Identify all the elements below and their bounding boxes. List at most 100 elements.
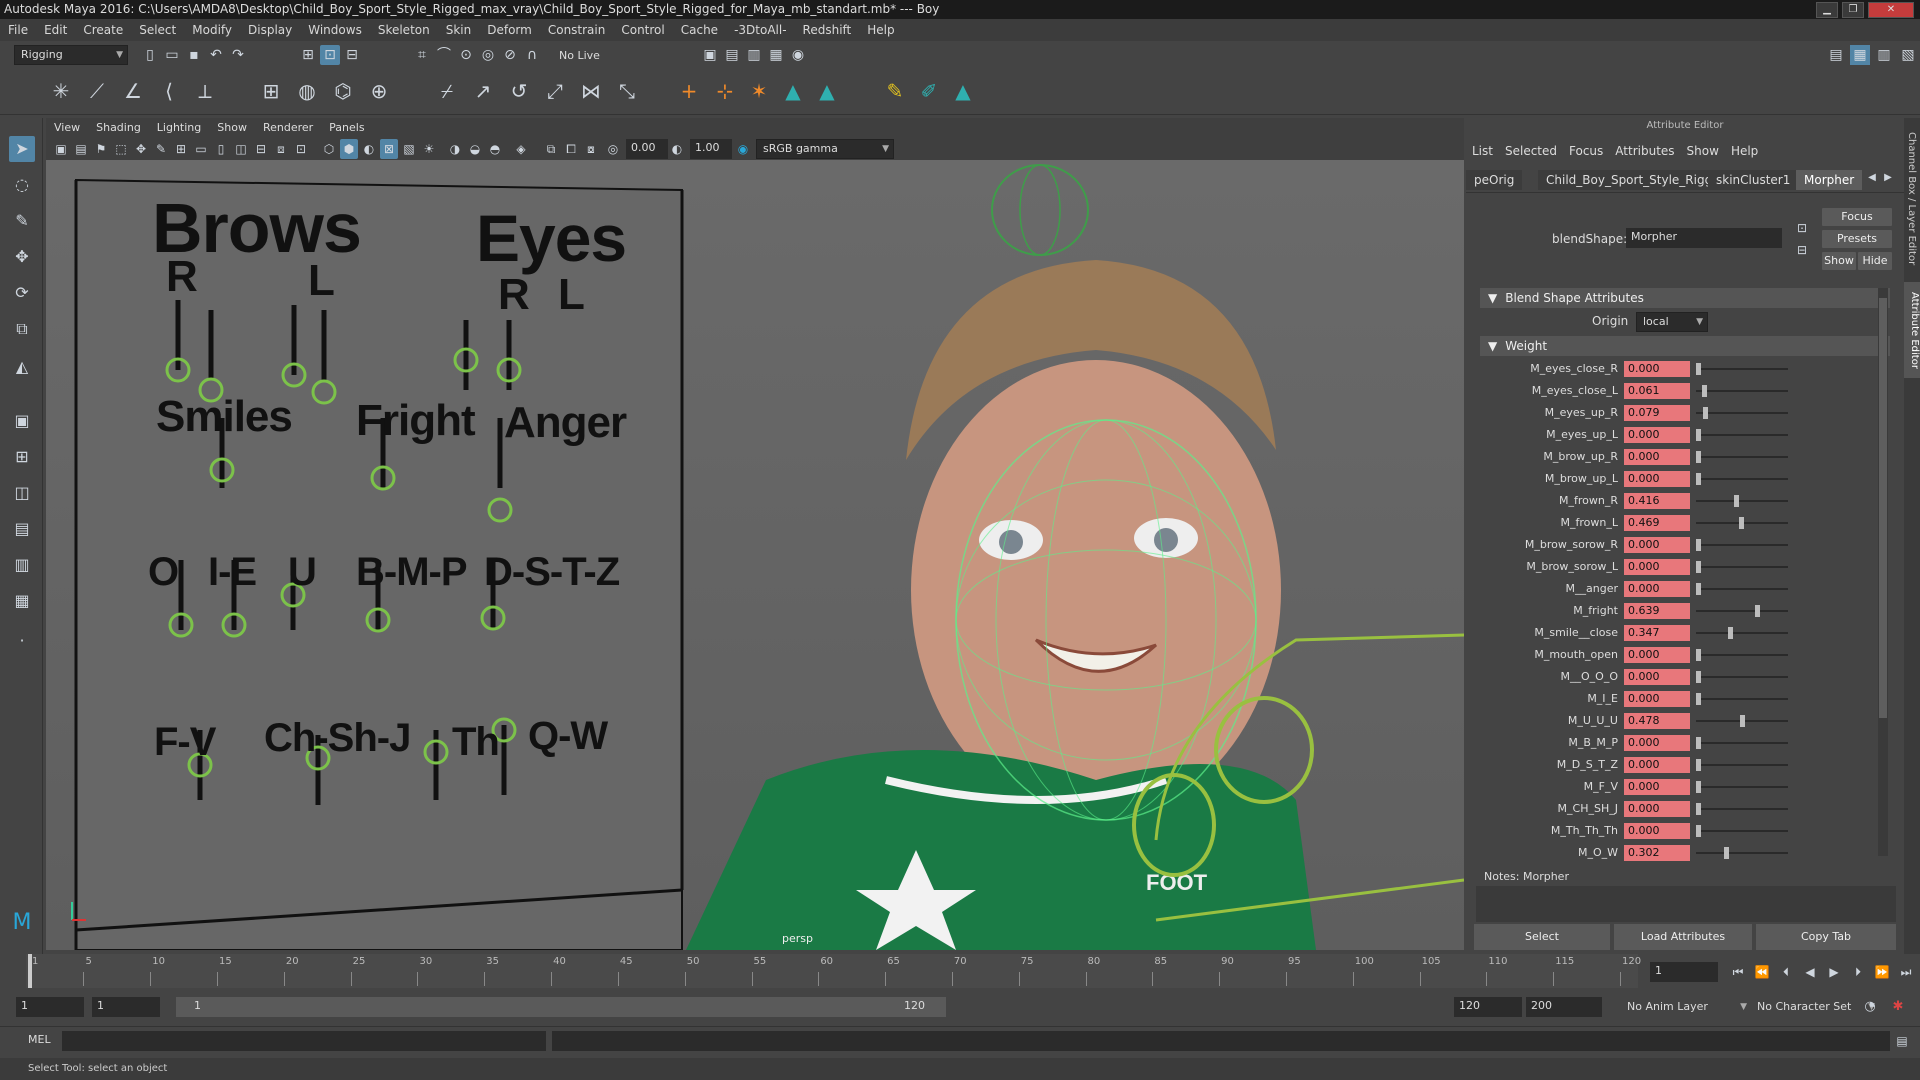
snap-view-icon[interactable]: ◎ [478, 45, 498, 65]
weight-slider-track[interactable] [1696, 544, 1788, 546]
ik-spline-icon[interactable]: ∠ [118, 76, 148, 106]
ae-menu-show[interactable]: Show [1681, 140, 1725, 162]
film-gate-icon[interactable]: ▭ [192, 139, 210, 159]
menu-skin[interactable]: Skin [438, 19, 480, 41]
weight-slider-track[interactable] [1696, 764, 1788, 766]
mirror-joint-icon[interactable]: ⟨ [154, 76, 184, 106]
go-to-end-icon[interactable]: ⏭ [1896, 962, 1916, 982]
weight-value-field[interactable]: 0.000 [1624, 559, 1690, 575]
gate-mask-icon[interactable]: ◫ [232, 139, 250, 159]
cluster-icon[interactable]: ⊕ [364, 76, 394, 106]
ae-menu-selected[interactable]: Selected [1499, 140, 1563, 162]
weight-slider-handle[interactable] [1734, 495, 1740, 507]
xray-active-icon[interactable]: ⧇ [582, 139, 600, 159]
weight-value-field[interactable]: 0.079 [1624, 405, 1690, 421]
weight-slider-handle[interactable] [1727, 627, 1733, 639]
ae-menu-list[interactable]: List [1466, 140, 1499, 162]
playback-end-field[interactable]: 120 [1454, 997, 1522, 1017]
close-button[interactable]: ✕ [1868, 2, 1914, 18]
menu-redshift[interactable]: Redshift [795, 19, 860, 41]
resolution-gate-icon[interactable]: ▯ [212, 139, 230, 159]
presets-button[interactable]: Presets [1822, 230, 1892, 248]
auto-key-icon[interactable]: ◔ [1860, 997, 1880, 1017]
weight-slider-handle[interactable] [1696, 539, 1701, 551]
range-slider[interactable]: 1 1 1 120 120 200 No Anim Layer ▼ No Char… [0, 992, 1920, 1022]
open-scene-icon[interactable]: ▭ [162, 45, 182, 65]
blend-shape-attributes-section[interactable]: ▼ Blend Shape Attributes [1480, 288, 1890, 308]
snap-grid-icon[interactable]: ⌗ [412, 45, 432, 65]
weight-slider-track[interactable] [1696, 676, 1788, 678]
wireframe-on-shaded-icon[interactable]: ⊠ [380, 139, 398, 159]
step-forward-frame-icon[interactable]: ⏵ [1848, 962, 1868, 982]
two-d-pan-icon[interactable]: ✥ [132, 139, 150, 159]
select-hierarchy-icon[interactable]: ⊞ [298, 45, 318, 65]
weight-slider-handle[interactable] [1696, 803, 1701, 815]
ae-menu-attributes[interactable]: Attributes [1609, 140, 1680, 162]
snap-magnet-icon[interactable]: ∩ [522, 45, 542, 65]
weight-value-field[interactable]: 0.061 [1624, 383, 1690, 399]
xray-icon[interactable]: ◈ [512, 139, 530, 159]
modeling-toolkit-icon[interactable]: ▤ [1826, 45, 1846, 65]
focus-button[interactable]: Focus [1822, 208, 1892, 226]
field-chart-icon[interactable]: ⊟ [252, 139, 270, 159]
ambient-occlusion-icon[interactable]: ◒ [466, 139, 484, 159]
channel-box-tab[interactable]: Channel Box / Layer Editor [1906, 132, 1917, 265]
weight-slider-track[interactable] [1696, 786, 1788, 788]
load-attributes-button[interactable]: Load Attributes [1614, 924, 1752, 950]
time-slider[interactable]: 1 5 10 15 20 25 30 35 40 45 50 55 60 65 70 75 80 85 90 95 10… [0, 954, 1920, 988]
script-editor-icon[interactable]: ▤ [1892, 1031, 1912, 1051]
menu-constrain[interactable]: Constrain [540, 19, 614, 41]
character-face[interactable] [911, 360, 1281, 820]
snap-point-icon[interactable]: ⊙ [456, 45, 476, 65]
tab-next-icon[interactable]: ▶ [1878, 168, 1898, 188]
weight-slider-track[interactable] [1696, 830, 1788, 832]
tool-settings-icon[interactable]: ▥ [1874, 45, 1894, 65]
weight-slider-handle[interactable] [1696, 759, 1701, 771]
step-back-frame-icon[interactable]: ⏴ [1776, 962, 1796, 982]
new-scene-icon[interactable]: ▯ [140, 45, 160, 65]
weight-value-field[interactable]: 0.000 [1624, 691, 1690, 707]
show-button[interactable]: Show [1822, 252, 1856, 270]
select-node-icon[interactable]: ⊟ [1792, 240, 1812, 260]
weight-slider-track[interactable] [1696, 412, 1788, 414]
load-node-icon[interactable]: ⊡ [1792, 218, 1812, 238]
weight-slider-handle[interactable] [1696, 781, 1701, 793]
weight-slider-handle[interactable] [1703, 407, 1709, 419]
weight-value-field[interactable]: 0.000 [1624, 801, 1690, 817]
layout-more-icon[interactable]: · [9, 628, 35, 654]
viewport-menu-lighting[interactable]: Lighting [149, 118, 209, 138]
weight-slider-track[interactable] [1696, 632, 1788, 634]
start-time-field[interactable]: 1 [16, 997, 84, 1017]
undo-icon[interactable]: ↶ [206, 45, 226, 65]
safe-title-icon[interactable]: ⊡ [292, 139, 310, 159]
locator-icon[interactable]: + [674, 76, 704, 106]
weight-value-field[interactable]: 0.469 [1624, 515, 1690, 531]
menu-display[interactable]: Display [240, 19, 300, 41]
weight-value-field[interactable]: 0.000 [1624, 779, 1690, 795]
weight-slider-handle[interactable] [1696, 451, 1701, 463]
menu-skeleton[interactable]: Skeleton [370, 19, 438, 41]
weight-value-field[interactable]: 0.000 [1624, 735, 1690, 751]
menu-3dtoall[interactable]: -3DtoAll- [726, 19, 794, 41]
viewport-menu-view[interactable]: View [46, 118, 88, 138]
save-scene-icon[interactable]: ▪ [184, 45, 204, 65]
hide-button[interactable]: Hide [1858, 252, 1892, 270]
menu-windows[interactable]: Windows [300, 19, 370, 41]
attribute-editor-tab[interactable]: Attribute Editor [1904, 282, 1920, 378]
graph-layout-icon[interactable]: ▥ [9, 552, 35, 578]
weight-slider-handle[interactable] [1696, 737, 1701, 749]
tab-skincluster[interactable]: skinCluster1 [1708, 170, 1799, 190]
weight-slider-handle[interactable] [1696, 363, 1701, 375]
render-frame-icon[interactable]: ▤ [722, 45, 742, 65]
aim-constraint-icon[interactable]: ↗ [468, 76, 498, 106]
pole-vector-icon[interactable]: ⤡ [612, 76, 642, 106]
weight-slider-handle[interactable] [1696, 649, 1701, 661]
menu-control[interactable]: Control [613, 19, 672, 41]
blendshape-name-field[interactable]: Morpher [1626, 228, 1782, 248]
anim-layer-dropdown[interactable]: No Anim Layer ▼ [1620, 997, 1752, 1017]
bind-skin-icon[interactable]: ⊞ [256, 76, 286, 106]
parent-constraint-icon[interactable]: ⋈ [576, 76, 606, 106]
weight-slider-track[interactable] [1696, 566, 1788, 568]
current-time-indicator[interactable] [28, 954, 32, 988]
scale-constraint-icon[interactable]: ⤢ [540, 76, 570, 106]
